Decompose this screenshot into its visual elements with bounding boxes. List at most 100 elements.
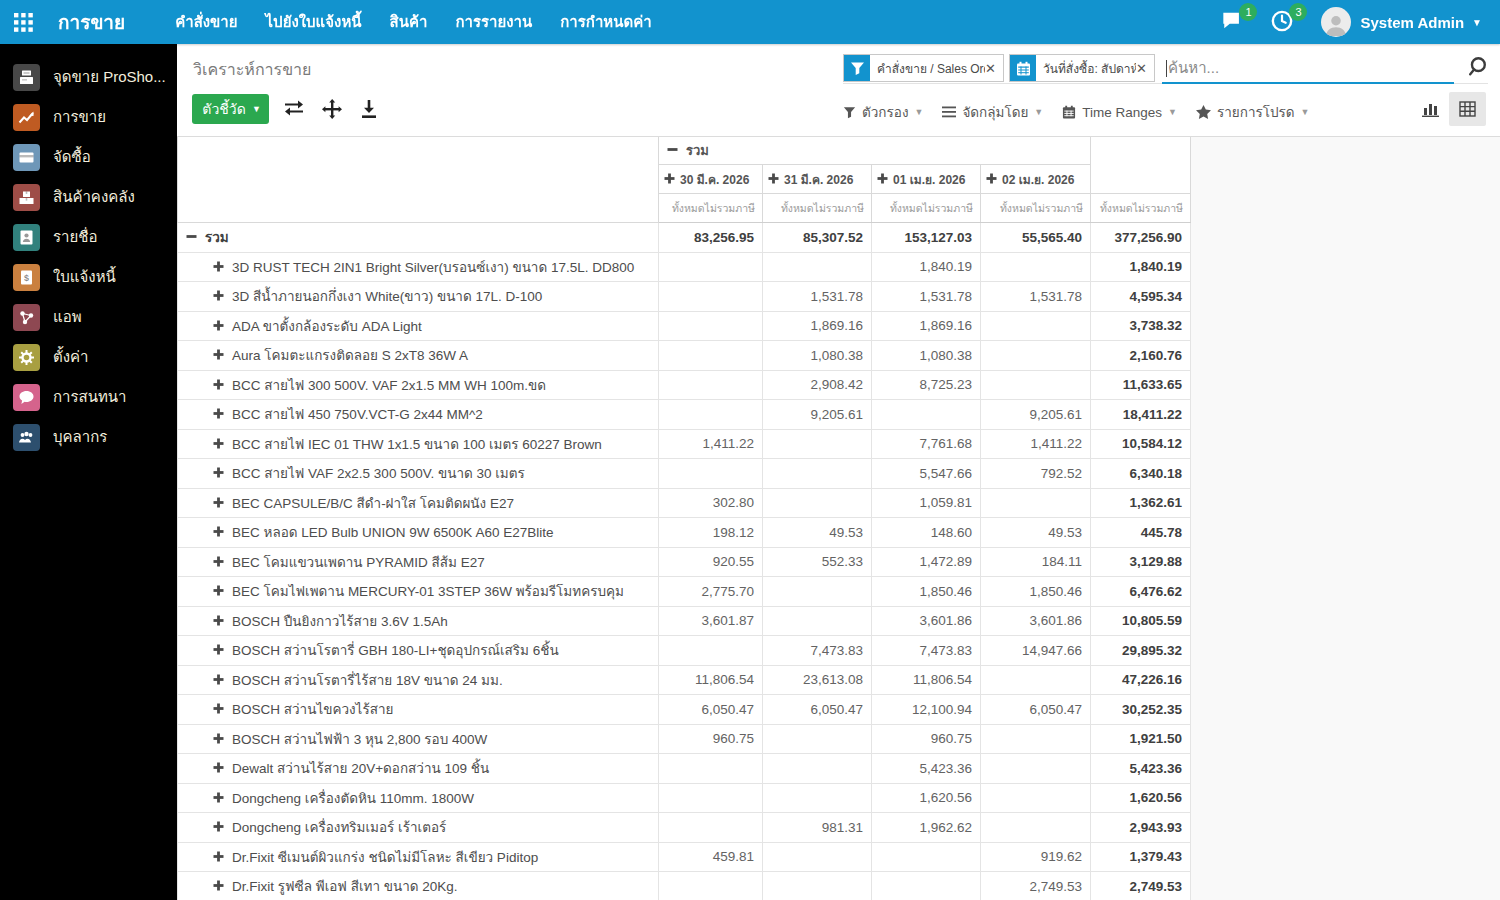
pivot-measure-header[interactable]: ทั้งหมดไม่รวมภาษี <box>981 194 1091 223</box>
pivot-row-label[interactable]: 3D สีน้ำภายนอกกึ่งเงา White(ขาว) ขนาด 17… <box>178 282 659 312</box>
text-caret <box>1166 60 1167 77</box>
toolbar-calendar-dark[interactable]: Time Ranges▼ <box>1062 105 1177 120</box>
pivot-cell: 1,840.19 <box>1091 252 1191 282</box>
pivot-row-label[interactable]: BCC สายไฟ VAF 2x2.5 300 500V. ขนาด 30 เม… <box>178 459 659 489</box>
pivot-row-label[interactable]: Dongcheng เครื่องตัดหิน 110mm. 1800W <box>178 783 659 813</box>
pivot-cell <box>659 400 763 430</box>
purchase-icon <box>13 144 40 171</box>
sidebar-item-sales[interactable]: การขาย <box>0 97 177 137</box>
pivot-cell <box>872 872 981 900</box>
pivot-measure-header[interactable]: ทั้งหมดไม่รวมภาษี <box>1091 194 1191 223</box>
nav-menu-item-1[interactable]: ไปยังใบแจ้งหนี้ <box>266 10 362 34</box>
pivot-row-label[interactable]: 3D RUST TECH 2IN1 Bright Silver(บรอนซ์เง… <box>178 252 659 282</box>
pivot-date-header[interactable]: 01 เม.ย. 2026 <box>872 165 981 194</box>
control-panel: วิเคราะห์การขาย คำสั่งขาย / Sales Order✕… <box>177 44 1500 137</box>
pivot-row-label[interactable]: รวม <box>178 223 659 253</box>
avatar[interactable] <box>1321 7 1351 37</box>
apps-icon <box>13 304 40 331</box>
pivot-view-button[interactable] <box>1449 92 1486 126</box>
nav-menu-item-3[interactable]: การรายงาน <box>455 10 532 34</box>
pivot-row-label[interactable]: BEC CAPSULE/B/C สีดำ-ฝาใส โคมติดผนัง E27 <box>178 488 659 518</box>
pivot-row-label[interactable]: BCC สายไฟ IEC 01 THW 1x1.5 ขนาด 100 เมตร… <box>178 429 659 459</box>
apps-grid-icon[interactable] <box>0 0 46 44</box>
pivot-row-label[interactable]: Aura โคมตะแกรงติดลอย S 2xT8 36W A <box>178 341 659 371</box>
pivot-cell: 184.11 <box>981 547 1091 577</box>
measures-button[interactable]: ตัวชี้วัด▼ <box>192 94 269 124</box>
calendar-dark-icon <box>1062 105 1076 119</box>
pivot-cell: 1,472.89 <box>872 547 981 577</box>
pivot-cell <box>981 341 1091 371</box>
app-title[interactable]: การขาย <box>58 7 125 37</box>
nav-menu-item-2[interactable]: สินค้า <box>390 10 428 34</box>
remove-filter-icon[interactable]: ✕ <box>1136 62 1154 75</box>
nav-menu-item-4[interactable]: การกำหนดค่า <box>560 10 651 34</box>
pivot-row: ADA ขาตั้งกล้องระดับ ADA Light1,869.161,… <box>178 311 1191 341</box>
sidebar-item-label: ตั้งค่า <box>53 345 89 369</box>
activities-icon[interactable]: 3 <box>1271 10 1295 34</box>
sidebar-item-discuss[interactable]: การสนทนา <box>0 377 177 417</box>
sidebar-item-inventory[interactable]: สินค้าคงคลัง <box>0 177 177 217</box>
pivot-date-header[interactable]: 31 มี.ค. 2026 <box>763 165 872 194</box>
pivot-cell <box>981 252 1091 282</box>
toolbar-funnel-dark[interactable]: ตัวกรอง▼ <box>843 101 923 123</box>
pivot-row-label[interactable]: BOSCH สว่านโรตารี่ไร้สาย 18V ขนาด 24 มม. <box>178 665 659 695</box>
pivot-row-label[interactable]: BOSCH สว่านไขควงไร้สาย <box>178 695 659 725</box>
pivot-measure-header[interactable]: ทั้งหมดไม่รวมภาษี <box>872 194 981 223</box>
pivot-measure-header[interactable]: ทั้งหมดไม่รวมภาษี <box>763 194 872 223</box>
pivot-measure-header[interactable]: ทั้งหมดไม่รวมภาษี <box>659 194 763 223</box>
funnel-dark-icon <box>843 106 856 119</box>
messages-icon[interactable]: 1 <box>1221 10 1245 34</box>
pivot-cell: 6,050.47 <box>659 695 763 725</box>
pivot-cell <box>763 842 872 872</box>
sidebar-item-apps[interactable]: แอพ <box>0 297 177 337</box>
pivot-row-label[interactable]: BEC โคมไฟเพดาน MERCURY-01 3STEP 36W พร้อ… <box>178 577 659 607</box>
sidebar-item-invoicing[interactable]: $ใบแจ้งหนี้ <box>0 257 177 297</box>
filter-chip-0[interactable]: คำสั่งขาย / Sales Order✕ <box>843 54 1004 82</box>
pivot-row-label[interactable]: BOSCH สว่านโรตารี่ GBH 180-LI+ชุดอุปกรณ์… <box>178 636 659 666</box>
sidebar-item-contacts[interactable]: รายชื่อ <box>0 217 177 257</box>
pivot-table: รวม30 มี.ค. 202631 มี.ค. 202601 เม.ย. 20… <box>177 137 1191 900</box>
user-menu[interactable]: System Admin <box>1360 14 1464 31</box>
remove-filter-icon[interactable]: ✕ <box>985 62 1003 75</box>
pivot-row-label[interactable]: Dewalt สว่านไร้สาย 20V+ดอกสว่าน 109 ชิ้น <box>178 754 659 784</box>
pivot-row-label[interactable]: BOSCH สว่านไฟฟ้า 3 หุน 2,800 รอบ 400W <box>178 724 659 754</box>
sidebar-item-settings[interactable]: ตั้งค่า <box>0 337 177 377</box>
pivot-cell: 552.33 <box>763 547 872 577</box>
expand-all-button[interactable] <box>322 99 344 119</box>
pivot-row-label[interactable]: BEC โคมแขวนเพดาน PYRAMID สีส้ม E27 <box>178 547 659 577</box>
toolbar-bars[interactable]: จัดกลุ่มโดย▼ <box>942 101 1043 123</box>
pivot-cell <box>872 400 981 430</box>
search-icon[interactable] <box>1466 55 1488 81</box>
pivot-cell: 198.12 <box>659 518 763 548</box>
pivot-date-header[interactable]: 30 มี.ค. 2026 <box>659 165 763 194</box>
filter-chip-1[interactable]: วันที่สั่งซื้อ: สัปดาห์นี้✕ <box>1009 54 1155 82</box>
toolbar-star[interactable]: รายการโปรด▼ <box>1196 101 1310 123</box>
pivot-row-label[interactable]: ADA ขาตั้งกล้องระดับ ADA Light <box>178 311 659 341</box>
pivot-row-label[interactable]: BEC หลอด LED Bulb UNION 9W 6500K A60 E27… <box>178 518 659 548</box>
pivot-col-total-header[interactable]: รวม <box>659 137 1091 165</box>
pivot-cell: 459.81 <box>659 842 763 872</box>
nav-menu-item-0[interactable]: คำสั่งขาย <box>175 10 237 34</box>
sidebar-item-employees[interactable]: บุคลากร <box>0 417 177 457</box>
pivot-cell: 14,947.66 <box>981 636 1091 666</box>
search-input[interactable]: ค้นหา... <box>1162 54 1454 84</box>
employees-icon <box>13 424 40 451</box>
discuss-icon <box>13 384 40 411</box>
pivot-total-row: รวม83,256.9585,307.52153,127.0355,565.40… <box>178 223 1191 253</box>
pivot-cell: 85,307.52 <box>763 223 872 253</box>
flip-axis-button[interactable] <box>284 99 306 119</box>
sidebar-item-pos[interactable]: จุดขาย ProSho... <box>0 57 177 97</box>
pivot-row-label[interactable]: Dr.Fixit ซีเมนต์ผิวแกร่ง ชนิดไม่มีโลหะ ส… <box>178 842 659 872</box>
sidebar-item-label: สินค้าคงคลัง <box>53 185 135 209</box>
pivot-row-label[interactable]: BOSCH ปืนยิงกาวไร้สาย 3.6V 1.5Ah <box>178 606 659 636</box>
pivot-row-label[interactable]: Dr.Fixit รูฟซีล พีเอฟ สีเทา ขนาด 20Kg. <box>178 872 659 900</box>
pivot-row-label[interactable]: Dongcheng เครื่องทริมเมอร์ เร้าเตอร์ <box>178 813 659 843</box>
pivot-row-label[interactable]: BCC สายไฟ 300 500V. VAF 2x1.5 MM WH 100m… <box>178 370 659 400</box>
sidebar-item-purchase[interactable]: จัดซื้อ <box>0 137 177 177</box>
pivot-date-header[interactable]: 02 เม.ย. 2026 <box>981 165 1091 194</box>
sidebar-item-label: ใบแจ้งหนี้ <box>53 265 116 289</box>
pivot-row-label[interactable]: BCC สายไฟ 450 750V.VCT-G 2x44 MM^2 <box>178 400 659 430</box>
main-content: วิเคราะห์การขาย คำสั่งขาย / Sales Order✕… <box>177 44 1500 900</box>
download-button[interactable] <box>360 99 382 119</box>
bar-chart-view-button[interactable] <box>1412 92 1449 126</box>
